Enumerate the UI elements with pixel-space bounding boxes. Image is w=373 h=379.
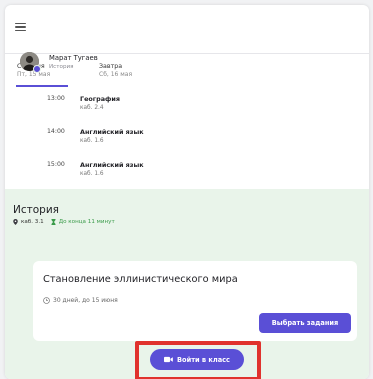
lesson-room: каб. 1.6 (80, 138, 104, 144)
assignment-card: Становление эллинистического мира 30 дне… (33, 261, 357, 341)
lesson-name: Английский язык (80, 161, 144, 169)
teacher-subject: История (49, 64, 74, 70)
join-class-label: Войти в класс (177, 355, 230, 364)
tab-tomorrow-label: Завтра (99, 63, 123, 70)
time-remaining: До конца 11 минут (58, 219, 115, 225)
active-tab-indicator (16, 85, 68, 87)
lesson-name: Английский язык (80, 128, 144, 136)
assignment-title: Становление эллинистического мира (43, 274, 238, 285)
join-class-button[interactable]: Войти в класс (150, 349, 244, 370)
video-camera-icon (164, 356, 173, 363)
location-pin-icon (13, 219, 18, 225)
current-lesson-meta: каб. 3.1 До конца 11 минут (13, 219, 115, 225)
lesson-time: 15:00 (47, 161, 65, 168)
choose-tasks-button[interactable]: Выбрать задания (259, 313, 351, 333)
hamburger-menu-icon[interactable] (15, 23, 26, 31)
teacher-name: Марат Тугаев (49, 54, 98, 62)
schedule-card: Сегодня Пт, 15 мая Завтра Сб, 16 мая 13:… (5, 5, 369, 379)
assignment-deadline: 30 дней, до 15 июня (53, 297, 118, 304)
assignment-deadline-row: 30 дней, до 15 июня (43, 297, 118, 304)
video-badge-icon (33, 65, 41, 73)
current-lesson-room: каб. 3.1 (21, 219, 44, 225)
clock-icon (43, 297, 50, 304)
lesson-room: каб. 2.4 (80, 105, 104, 111)
lesson-time: 13:00 (47, 95, 65, 102)
lesson-time: 14:00 (47, 128, 65, 135)
current-lesson-title: История (13, 204, 59, 216)
tab-tomorrow[interactable]: Завтра Сб, 16 мая (99, 63, 132, 78)
hourglass-icon (51, 219, 56, 225)
lesson-name: География (80, 95, 120, 103)
tab-tomorrow-date: Сб, 16 мая (99, 71, 133, 78)
lesson-room: каб. 1.6 (80, 171, 104, 177)
